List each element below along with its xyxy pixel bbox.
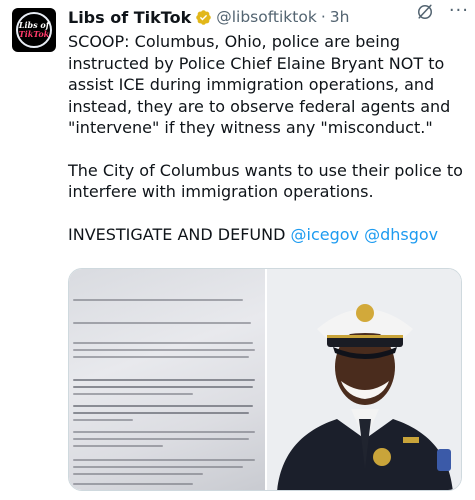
tweet-paragraph-3: INVESTIGATE AND DEFUND @icegov @dhsgov bbox=[68, 224, 463, 246]
grok-icon[interactable] bbox=[415, 2, 435, 22]
avatar[interactable]: Libs of TikTok bbox=[12, 8, 56, 52]
tweet[interactable]: Libs of TikTok Libs of TikTok @libsoftik… bbox=[0, 0, 475, 500]
tweet-header: Libs of TikTok @libsoftiktok · 3h bbox=[68, 6, 463, 28]
tweet-text: SCOOP: Columbus, Ohio, police are being … bbox=[68, 31, 463, 245]
tweet-paragraph-2: The City of Columbus wants to use their … bbox=[68, 160, 463, 202]
separator: · bbox=[320, 8, 326, 26]
verified-badge-icon[interactable] bbox=[195, 9, 212, 26]
mention-dhsgov[interactable]: @dhsgov bbox=[364, 225, 438, 244]
display-name[interactable]: Libs of TikTok bbox=[68, 8, 191, 27]
media-grid bbox=[68, 268, 462, 491]
tweet-paragraph-3-text: INVESTIGATE AND DEFUND bbox=[68, 224, 291, 244]
document-photo[interactable] bbox=[69, 269, 265, 490]
police-chief-portrait[interactable] bbox=[267, 269, 461, 490]
portrait-illustration bbox=[267, 269, 461, 490]
avatar-text-line2: TikTok bbox=[18, 29, 50, 39]
handle[interactable]: @libsoftiktok bbox=[216, 8, 317, 26]
timestamp[interactable]: 3h bbox=[330, 8, 350, 26]
mention-icegov[interactable]: @icegov bbox=[291, 225, 360, 244]
avatar-logo: Libs of TikTok bbox=[16, 12, 52, 48]
tweet-paragraph-1: SCOOP: Columbus, Ohio, police are being … bbox=[68, 32, 451, 137]
more-options-icon[interactable]: ··· bbox=[449, 0, 469, 21]
